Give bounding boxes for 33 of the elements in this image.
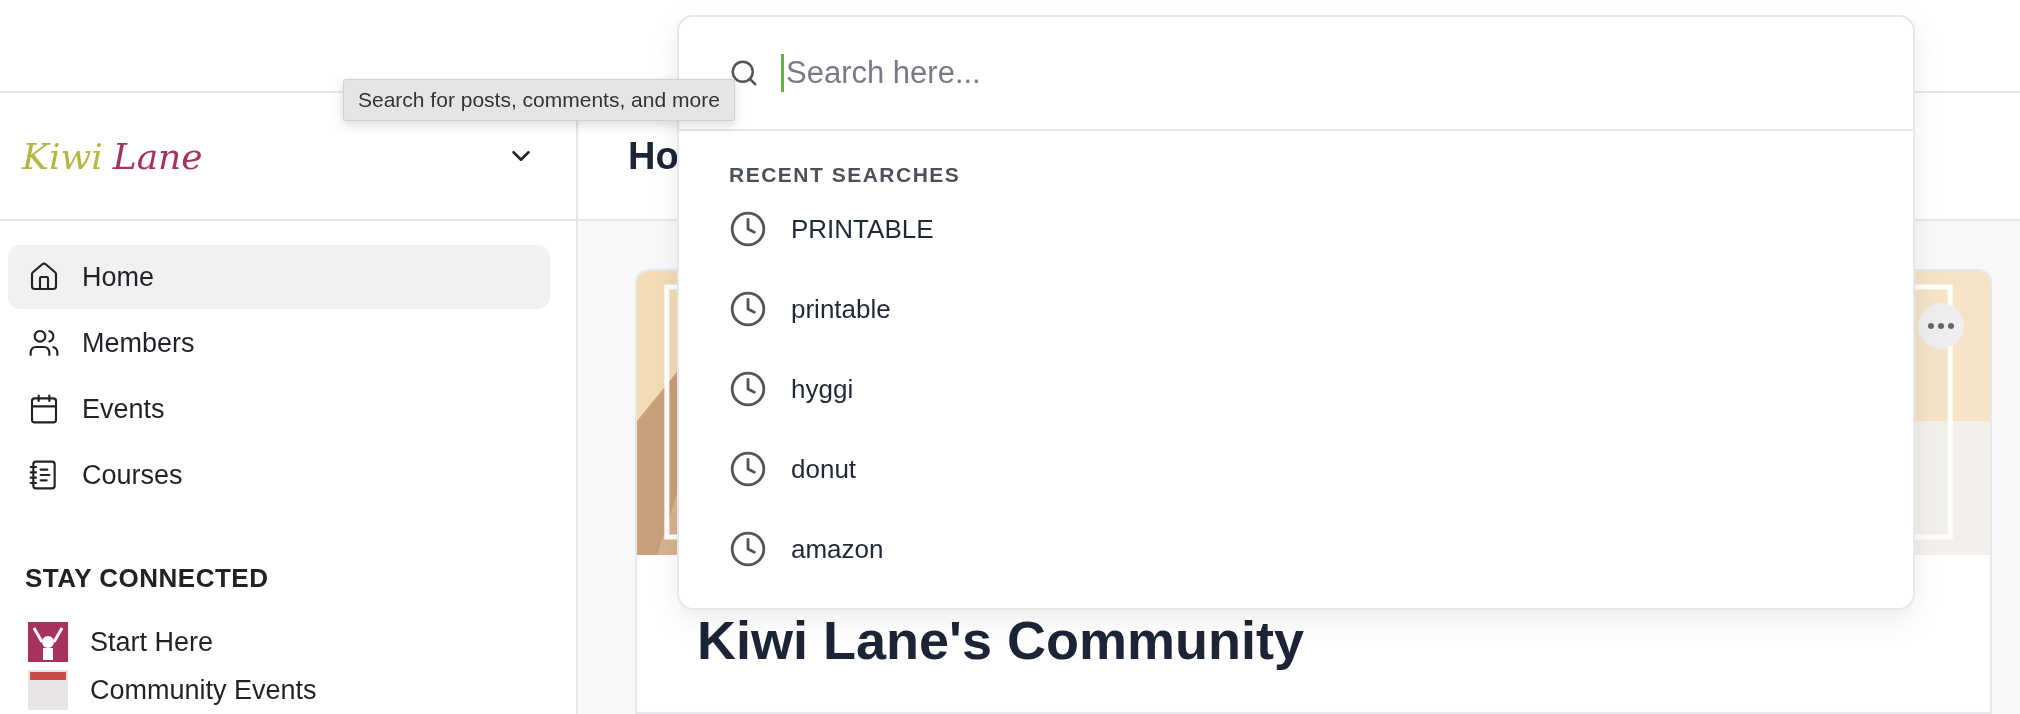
- nav-item[interactable]: Home: [8, 245, 550, 309]
- nav-label: Members: [82, 327, 195, 359]
- nav-label: Events: [82, 393, 165, 425]
- recent-search-item[interactable]: amazon: [679, 509, 1913, 589]
- clock-icon: [729, 290, 767, 328]
- people-icon: [28, 327, 60, 359]
- space-item[interactable]: Community Events: [0, 666, 576, 714]
- nav-label: Courses: [82, 459, 183, 491]
- recent-search-item[interactable]: printable: [679, 269, 1913, 349]
- page-title: Ho: [628, 134, 679, 178]
- clock-icon: [729, 530, 767, 568]
- tooltip: Search for posts, comments, and more: [343, 79, 735, 121]
- more-icon: [1928, 323, 1954, 329]
- section-heading: RECENT SEARCHES: [729, 163, 962, 187]
- nav-label: Home: [82, 261, 155, 293]
- recent-search-item[interactable]: donut: [679, 429, 1913, 509]
- clock-icon: [729, 210, 767, 248]
- card-title: Kiwi Lane's Community: [696, 609, 1305, 671]
- recent-search-item[interactable]: hyggi: [679, 349, 1913, 429]
- home-icon: [28, 261, 60, 293]
- calendar-icon: [28, 393, 60, 425]
- space-label: Community Events: [90, 674, 317, 706]
- nav-item[interactable]: Events: [8, 377, 550, 441]
- brand-logo[interactable]: Kiwi Lane: [22, 135, 203, 177]
- clock-icon: [729, 450, 767, 488]
- space-label: Start Here: [90, 626, 214, 658]
- nav-item[interactable]: Members: [8, 311, 550, 375]
- space-item[interactable]: Start Here: [0, 618, 576, 666]
- clock-icon: [729, 370, 767, 408]
- search-icon: [729, 58, 759, 88]
- section-heading: STAY CONNECTED: [25, 563, 270, 594]
- recent-search-item[interactable]: PRINTABLE: [679, 189, 1913, 269]
- nav-item[interactable]: Courses: [8, 443, 550, 507]
